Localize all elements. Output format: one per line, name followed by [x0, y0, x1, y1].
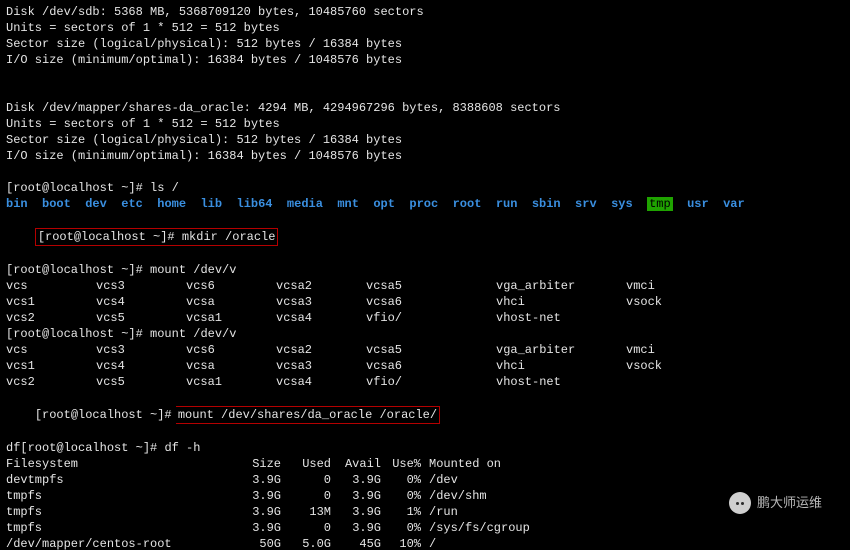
device-cell: vcsa4	[276, 310, 366, 326]
df-row: devtmpfs3.9G03.9G0%/dev	[6, 472, 844, 488]
device-cell: vcsa5	[366, 278, 496, 294]
terminal-output: Disk /dev/sdb: 5368 MB, 5368709120 bytes…	[0, 0, 850, 550]
device-cell: vcsa1	[186, 310, 276, 326]
dir-tmp: tmp	[647, 197, 673, 211]
df-header: FilesystemSizeUsedAvailUse%Mounted on	[6, 456, 844, 472]
device-cell: vcs6	[186, 342, 276, 358]
cmd-mount1[interactable]: [root@localhost ~]# mount /dev/v	[6, 262, 844, 278]
device-cell	[626, 374, 756, 390]
device-cell: vhci	[496, 358, 626, 374]
device-cell: vhost-net	[496, 310, 626, 326]
device-cell: vcsa5	[366, 342, 496, 358]
df-row: /dev/mapper/centos-root50G5.0G45G10%/	[6, 536, 844, 550]
device-cell: vmci	[626, 342, 756, 358]
dir-run: run	[496, 197, 518, 211]
dir-dev: dev	[85, 197, 107, 211]
disk-io: I/O size (minimum/optimal): 16384 bytes …	[6, 52, 844, 68]
dir-bin: bin	[6, 197, 28, 211]
dir-var: var	[723, 197, 745, 211]
device-row: vcsvcs3vcs6vcsa2vcsa5vga_arbitervmci	[6, 342, 844, 358]
dir-sbin: sbin	[532, 197, 561, 211]
device-cell: vcs	[6, 342, 96, 358]
cmd-mount2: [root@localhost ~]# mount /dev/shares/da…	[6, 390, 844, 440]
device-cell: vsock	[626, 294, 756, 310]
device-cell: vcs3	[96, 278, 186, 294]
device-cell: vfio/	[366, 310, 496, 326]
device-cell	[626, 310, 756, 326]
disk-units: Units = sectors of 1 * 512 = 512 bytes	[6, 116, 844, 132]
device-cell: vcsa3	[276, 358, 366, 374]
device-cell: vcsa	[186, 294, 276, 310]
dir-media: media	[287, 197, 323, 211]
device-cell: vhci	[496, 294, 626, 310]
device-cell: vhost-net	[496, 374, 626, 390]
device-cell: vfio/	[366, 374, 496, 390]
dir-srv: srv	[575, 197, 597, 211]
wechat-watermark: 鹏大师运维	[729, 492, 822, 514]
disk-header: Disk /dev/sdb: 5368 MB, 5368709120 bytes…	[6, 4, 844, 20]
device-cell: vcsa6	[366, 358, 496, 374]
device-cell: vcs4	[96, 358, 186, 374]
device-cell: vcs4	[96, 294, 186, 310]
device-cell: vcs	[6, 278, 96, 294]
dir-sys: sys	[611, 197, 633, 211]
disk-sector: Sector size (logical/physical): 512 byte…	[6, 36, 844, 52]
disk-header: Disk /dev/mapper/shares-da_oracle: 4294 …	[6, 100, 844, 116]
cmd-ls[interactable]: [root@localhost ~]# ls /	[6, 180, 844, 196]
device-cell: vcs6	[186, 278, 276, 294]
device-cell: vcsa2	[276, 342, 366, 358]
disk-io: I/O size (minimum/optimal): 16384 bytes …	[6, 148, 844, 164]
device-cell: vcsa1	[186, 374, 276, 390]
dir-mnt: mnt	[337, 197, 359, 211]
device-cell: vcs1	[6, 294, 96, 310]
df-row: tmpfs3.9G03.9G0%/dev/shm	[6, 488, 844, 504]
device-cell: vga_arbiter	[496, 278, 626, 294]
device-cell: vsock	[626, 358, 756, 374]
wechat-icon	[729, 492, 751, 514]
disk-units: Units = sectors of 1 * 512 = 512 bytes	[6, 20, 844, 36]
device-row: vcs2vcs5vcsa1vcsa4vfio/vhost-net	[6, 374, 844, 390]
disk-sector: Sector size (logical/physical): 512 byte…	[6, 132, 844, 148]
dir-opt: opt	[373, 197, 395, 211]
df-row: tmpfs3.9G03.9G0%/sys/fs/cgroup	[6, 520, 844, 536]
dir-proc: proc	[409, 197, 438, 211]
device-cell: vcs5	[96, 310, 186, 326]
device-cell: vcs1	[6, 358, 96, 374]
dir-lib: lib	[200, 197, 222, 211]
device-row: vcs1vcs4vcsavcsa3vcsa6vhcivsock	[6, 358, 844, 374]
device-cell: vga_arbiter	[496, 342, 626, 358]
dir-etc: etc	[121, 197, 143, 211]
device-cell: vcs2	[6, 374, 96, 390]
ls-result: bin boot dev etc home lib lib64 media mn…	[6, 196, 844, 212]
dir-lib64: lib64	[237, 197, 273, 211]
cmd-df[interactable]: df[root@localhost ~]# df -h	[6, 440, 844, 456]
device-cell: vcs2	[6, 310, 96, 326]
device-row: vcsvcs3vcs6vcsa2vcsa5vga_arbitervmci	[6, 278, 844, 294]
device-row: vcs2vcs5vcsa1vcsa4vfio/vhost-net	[6, 310, 844, 326]
cmd-mount1b[interactable]: [root@localhost ~]# mount /dev/v	[6, 326, 844, 342]
dir-boot: boot	[42, 197, 71, 211]
df-row: tmpfs3.9G13M3.9G1%/run	[6, 504, 844, 520]
device-cell: vmci	[626, 278, 756, 294]
device-row: vcs1vcs4vcsavcsa3vcsa6vhcivsock	[6, 294, 844, 310]
dir-root: root	[453, 197, 482, 211]
dir-usr: usr	[687, 197, 709, 211]
device-cell: vcsa2	[276, 278, 366, 294]
device-cell: vcs3	[96, 342, 186, 358]
cmd-mkdir: [root@localhost ~]# mkdir /oracle	[6, 212, 844, 262]
device-cell: vcsa6	[366, 294, 496, 310]
watermark-text: 鹏大师运维	[757, 495, 822, 511]
device-cell: vcsa4	[276, 374, 366, 390]
device-cell: vcsa3	[276, 294, 366, 310]
device-cell: vcs5	[96, 374, 186, 390]
dir-home: home	[157, 197, 186, 211]
device-cell: vcsa	[186, 358, 276, 374]
